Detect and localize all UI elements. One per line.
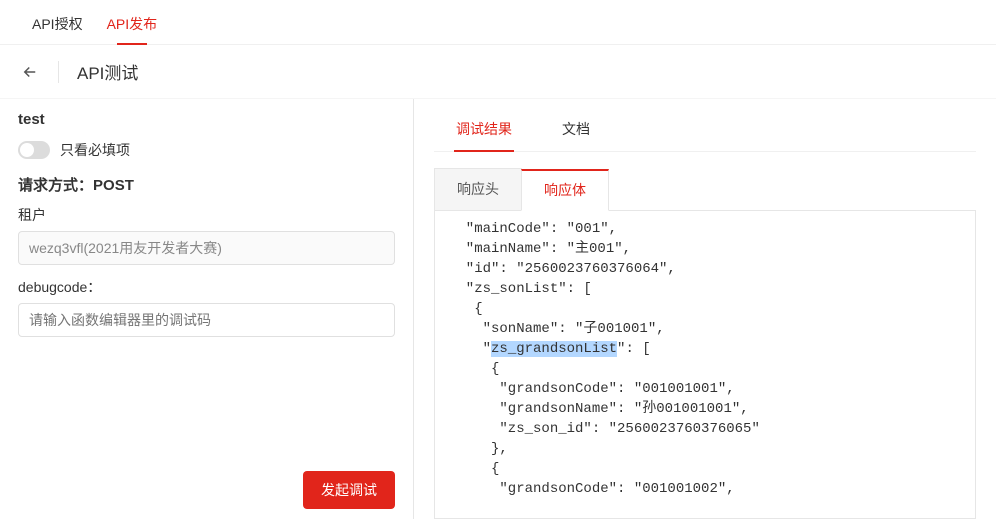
divider <box>58 61 59 83</box>
debugcode-field[interactable] <box>18 303 395 337</box>
tab-api-publish[interactable]: API发布 <box>95 0 170 44</box>
main: test 只看必填项 请求方式：POST 租户 debugcode： 发起调试 … <box>0 99 996 519</box>
response-body[interactable]: "mainCode": "001", "mainName": "主001", "… <box>434 211 976 519</box>
tab-debug-result[interactable]: 调试结果 <box>454 113 514 151</box>
result-tabs: 调试结果 文档 <box>434 99 976 152</box>
required-only-toggle[interactable] <box>18 141 50 159</box>
left-footer: 发起调试 <box>303 471 395 509</box>
left-panel: test 只看必填项 请求方式：POST 租户 debugcode： 发起调试 <box>0 99 414 519</box>
subheader: API测试 <box>0 45 996 99</box>
request-method: 请求方式：POST <box>18 174 395 195</box>
subtab-response-header[interactable]: 响应头 <box>434 168 522 210</box>
request-method-label: 请求方式： <box>18 177 93 194</box>
right-panel: 调试结果 文档 响应头 响应体 "mainCode": "001", "main… <box>414 99 996 519</box>
top-tabs: API授权 API发布 <box>0 0 996 45</box>
test-name: test <box>18 111 395 128</box>
required-only-label: 只看必填项 <box>60 140 130 160</box>
back-arrow-icon[interactable] <box>20 62 40 82</box>
tenant-field[interactable] <box>18 231 395 265</box>
debugcode-label: debugcode： <box>18 277 395 297</box>
submit-button[interactable]: 发起调试 <box>303 471 395 509</box>
tenant-label: 租户 <box>18 205 395 225</box>
tab-doc[interactable]: 文档 <box>560 113 592 151</box>
response-subtabs: 响应头 响应体 <box>434 168 976 211</box>
request-method-value: POST <box>93 177 134 194</box>
required-only-row: 只看必填项 <box>18 140 395 160</box>
tab-api-auth[interactable]: API授权 <box>20 0 95 44</box>
subtab-response-body[interactable]: 响应体 <box>521 169 609 211</box>
page-title: API测试 <box>77 59 138 84</box>
